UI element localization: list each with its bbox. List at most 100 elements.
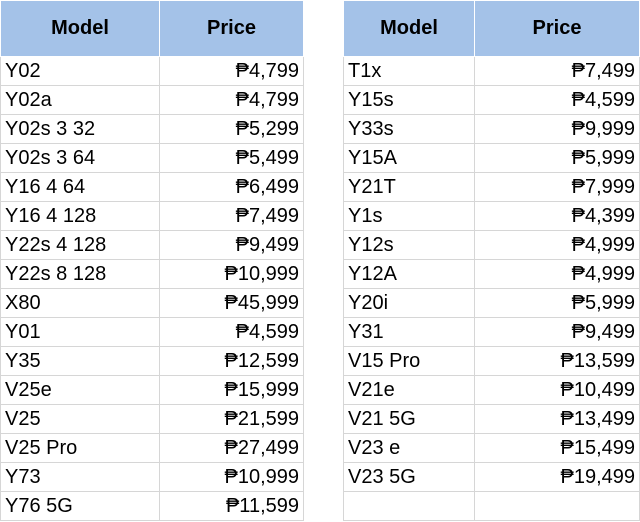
table-row: Y02 ₱4,799 bbox=[0, 56, 304, 86]
price-table-right: Model Price T1x ₱7,499 Y15s ₱4,599 Y33s ₱9,99… bbox=[343, 0, 640, 521]
table-row: V21e ₱10,499 bbox=[343, 375, 640, 405]
price-column-header: Price bbox=[474, 0, 640, 57]
model-cell: V25 bbox=[0, 404, 160, 434]
model-cell: V25e bbox=[0, 375, 160, 405]
model-cell: T1x bbox=[343, 56, 475, 86]
model-cell: Y20i bbox=[343, 288, 475, 318]
table-row: V23 e ₱15,499 bbox=[343, 433, 640, 463]
header-row: Model Price bbox=[0, 0, 304, 57]
table-row: Y73 ₱10,999 bbox=[0, 462, 304, 492]
model-cell: Y01 bbox=[0, 317, 160, 347]
price-cell: ₱5,499 bbox=[159, 143, 304, 173]
table-row: Y12A ₱4,999 bbox=[343, 259, 640, 289]
table-row: Y02s 3 32 ₱5,299 bbox=[0, 114, 304, 144]
model-cell: V21e bbox=[343, 375, 475, 405]
price-cell: ₱10,999 bbox=[159, 462, 304, 492]
table-row: Y16 4 128 ₱7,499 bbox=[0, 201, 304, 231]
price-cell: ₱7,499 bbox=[159, 201, 304, 231]
model-cell: X80 bbox=[0, 288, 160, 318]
table-row: Y02a ₱4,799 bbox=[0, 85, 304, 115]
price-cell: ₱5,999 bbox=[474, 143, 640, 173]
header-row: Model Price bbox=[343, 0, 640, 57]
model-cell: Y76 5G bbox=[0, 491, 160, 521]
price-cell: ₱27,499 bbox=[159, 433, 304, 463]
table-row: Y02s 3 64 ₱5,499 bbox=[0, 143, 304, 173]
table-row: Y76 5G ₱11,599 bbox=[0, 491, 304, 521]
table-row: Y22s 4 128 ₱9,499 bbox=[0, 230, 304, 260]
price-cell: ₱7,999 bbox=[474, 172, 640, 202]
price-column-header: Price bbox=[159, 0, 304, 57]
model-cell: Y16 4 64 bbox=[0, 172, 160, 202]
table-body: T1x ₱7,499 Y15s ₱4,599 Y33s ₱9,999 Y15A ₱5,999 Y… bbox=[343, 56, 640, 521]
price-cell: ₱4,599 bbox=[474, 85, 640, 115]
price-cell: ₱4,999 bbox=[474, 230, 640, 260]
price-cell: ₱10,499 bbox=[474, 375, 640, 405]
model-column-header: Model bbox=[0, 0, 160, 57]
price-cell: ₱7,499 bbox=[474, 56, 640, 86]
model-cell: Y22s 8 128 bbox=[0, 259, 160, 289]
table-row: Y31 ₱9,499 bbox=[343, 317, 640, 347]
price-cell: ₱13,499 bbox=[474, 404, 640, 434]
table-row: V25 Pro ₱27,499 bbox=[0, 433, 304, 463]
table-row: V25 ₱21,599 bbox=[0, 404, 304, 434]
price-cell: ₱12,599 bbox=[159, 346, 304, 376]
price-cell: ₱15,499 bbox=[474, 433, 640, 463]
price-cell: ₱10,999 bbox=[159, 259, 304, 289]
price-cell: ₱6,499 bbox=[159, 172, 304, 202]
model-cell: Y02 bbox=[0, 56, 160, 86]
table-row: Y01 ₱4,599 bbox=[0, 317, 304, 347]
model-cell: V15 Pro bbox=[343, 346, 475, 376]
model-column-header: Model bbox=[343, 0, 475, 57]
model-cell: Y73 bbox=[0, 462, 160, 492]
model-cell: Y22s 4 128 bbox=[0, 230, 160, 260]
model-cell: Y15s bbox=[343, 85, 475, 115]
model-cell: V21 5G bbox=[343, 404, 475, 434]
table-row: Y20i ₱5,999 bbox=[343, 288, 640, 318]
model-cell: Y02s 3 32 bbox=[0, 114, 160, 144]
model-cell: Y1s bbox=[343, 201, 475, 231]
model-cell: Y02s 3 64 bbox=[0, 143, 160, 173]
price-cell bbox=[474, 491, 640, 521]
model-cell: V25 Pro bbox=[0, 433, 160, 463]
price-cell: ₱5,299 bbox=[159, 114, 304, 144]
model-cell: Y16 4 128 bbox=[0, 201, 160, 231]
table-row: Y35 ₱12,599 bbox=[0, 346, 304, 376]
model-cell: Y02a bbox=[0, 85, 160, 115]
price-cell: ₱45,999 bbox=[159, 288, 304, 318]
table-row: Y16 4 64 ₱6,499 bbox=[0, 172, 304, 202]
price-cell: ₱5,999 bbox=[474, 288, 640, 318]
table-row: Y1s ₱4,399 bbox=[343, 201, 640, 231]
price-cell: ₱4,599 bbox=[159, 317, 304, 347]
price-cell: ₱15,999 bbox=[159, 375, 304, 405]
model-cell: Y31 bbox=[343, 317, 475, 347]
table-row: Y22s 8 128 ₱10,999 bbox=[0, 259, 304, 289]
price-cell: ₱9,499 bbox=[159, 230, 304, 260]
table-row: Y33s ₱9,999 bbox=[343, 114, 640, 144]
table-row: V23 5G ₱19,499 bbox=[343, 462, 640, 492]
table-row: X80 ₱45,999 bbox=[0, 288, 304, 318]
table-row: Y12s ₱4,999 bbox=[343, 230, 640, 260]
table-row bbox=[343, 491, 640, 521]
table-row: Y15s ₱4,599 bbox=[343, 85, 640, 115]
table-row: V21 5G ₱13,499 bbox=[343, 404, 640, 434]
table-row: Y21T ₱7,999 bbox=[343, 172, 640, 202]
price-cell: ₱9,999 bbox=[474, 114, 640, 144]
model-cell: V23 5G bbox=[343, 462, 475, 492]
table-row: T1x ₱7,499 bbox=[343, 56, 640, 86]
price-table-left: Model Price Y02 ₱4,799 Y02a ₱4,799 Y02s 3 32… bbox=[0, 0, 304, 521]
price-cell: ₱4,799 bbox=[159, 56, 304, 86]
model-cell: Y21T bbox=[343, 172, 475, 202]
model-cell: Y12A bbox=[343, 259, 475, 289]
price-cell: ₱9,499 bbox=[474, 317, 640, 347]
price-cell: ₱21,599 bbox=[159, 404, 304, 434]
price-cell: ₱11,599 bbox=[159, 491, 304, 521]
price-cell: ₱4,999 bbox=[474, 259, 640, 289]
price-cell: ₱13,599 bbox=[474, 346, 640, 376]
table-row: V15 Pro ₱13,599 bbox=[343, 346, 640, 376]
price-cell: ₱4,399 bbox=[474, 201, 640, 231]
model-cell: Y15A bbox=[343, 143, 475, 173]
model-cell: V23 e bbox=[343, 433, 475, 463]
table-row: Y15A ₱5,999 bbox=[343, 143, 640, 173]
price-cell: ₱19,499 bbox=[474, 462, 640, 492]
price-cell: ₱4,799 bbox=[159, 85, 304, 115]
